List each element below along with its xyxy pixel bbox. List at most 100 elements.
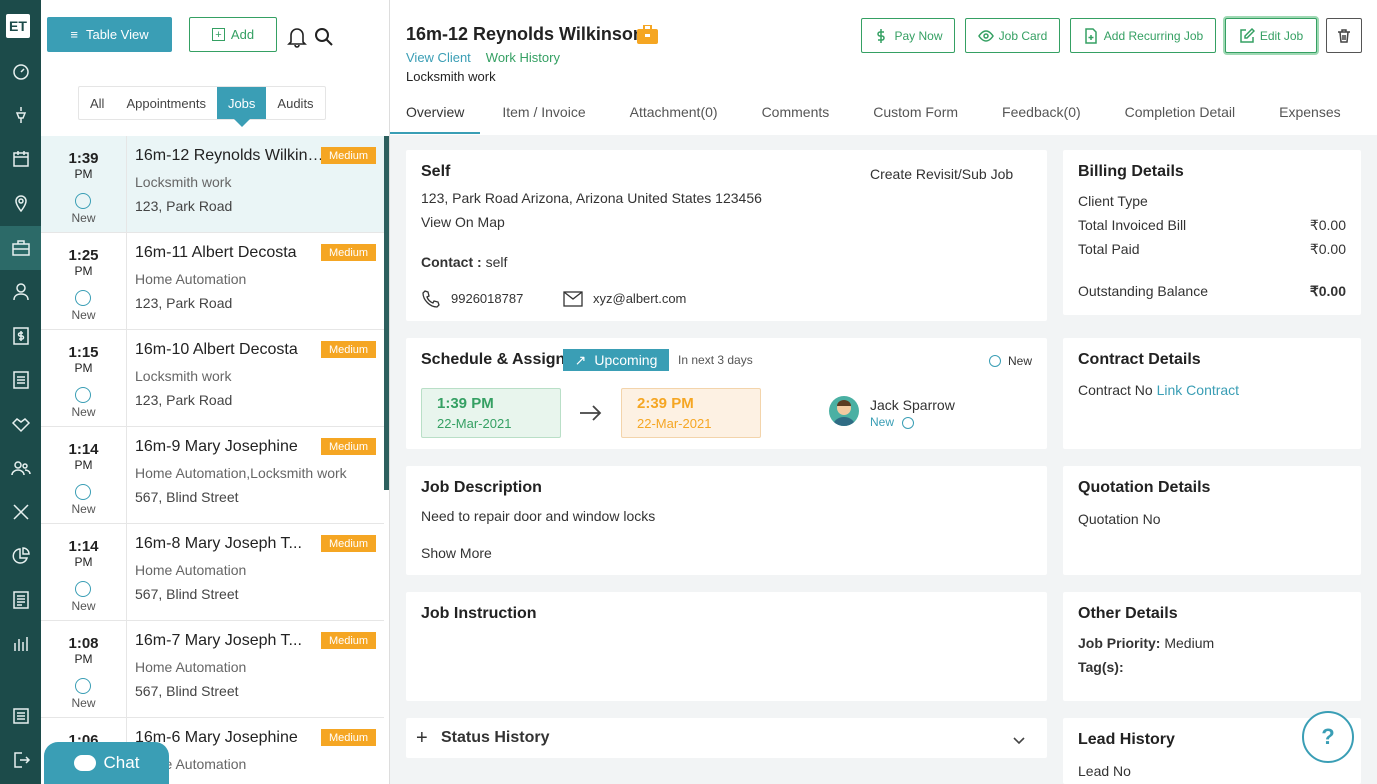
lead-no-label: Lead No [1078,763,1131,779]
bell-icon[interactable] [287,26,307,48]
status-circle-icon [902,417,914,429]
calendar-icon[interactable] [0,137,41,181]
add-label: Add [230,27,255,42]
quotation-card: Quotation Details Quotation No [1063,466,1361,575]
client-phone[interactable]: 9926018787 [451,291,523,306]
view-on-map-link[interactable]: View On Map [421,214,505,230]
outstanding-value: ₹0.00 [1309,283,1346,299]
create-revisit-link[interactable]: Create Revisit/Sub Job [870,166,1013,182]
priority-badge: Medium [321,341,376,358]
job-status: New [71,599,96,613]
chevron-down-icon[interactable] [1012,733,1026,745]
client-email[interactable]: xyz@albert.com [593,291,686,306]
eye-icon [977,29,994,42]
report-icon[interactable] [0,578,41,622]
handshake-icon[interactable] [0,402,41,446]
pin-icon[interactable] [0,93,41,137]
tab-attachment[interactable]: Attachment(0) [608,90,740,134]
schedule-card: Schedule & Assign ↗ Upcoming In next 3 da… [406,338,1047,449]
contact-value: self [485,254,508,270]
show-more-link[interactable]: Show More [421,545,492,561]
tab-expenses[interactable]: Expenses [1257,90,1362,134]
tab-all[interactable]: All [79,87,115,119]
quotation-no-label: Quotation No [1078,511,1161,527]
settings-icon[interactable] [0,694,41,738]
client-name: Self [421,163,451,180]
bar-chart-icon[interactable] [0,622,41,666]
view-client-link[interactable]: View Client [406,50,471,65]
job-header: 16m-12 Reynolds Wilkinson View Client Wo… [390,0,1377,135]
tab-overview[interactable]: Overview [390,90,481,134]
job-time: 1:15 [68,344,99,361]
tab-completion-detail[interactable]: Completion Detail [1103,90,1258,134]
job-list-item[interactable]: 1:08 PM New 16m-7 Mary Joseph T... Home Aut… [41,621,384,718]
other-details-card: Other Details Job Priority: Medium Tag(s… [1063,592,1361,701]
client-type-label: Client Type [1078,193,1148,209]
schedule-title: Schedule & Assign [421,351,566,368]
tab-item-invoice[interactable]: Item / Invoice [480,90,607,134]
total-paid-value: ₹0.00 [1309,241,1346,257]
job-list-item[interactable]: 1:39 PM New 16m-12 Reynolds Wilkinson Locks… [41,136,384,233]
add-button[interactable]: + Add [189,17,277,52]
job-list-item[interactable]: 1:14 PM New 16m-9 Mary Josephine Home Autom… [41,427,384,524]
status-circle-icon [75,678,91,694]
add-recurring-job-button[interactable]: Add Recurring Job [1070,18,1216,53]
job-status: New [71,211,96,225]
tab-feedback[interactable]: Feedback(0) [980,90,1103,134]
job-list-item[interactable]: 1:14 PM New 16m-8 Mary Joseph T... Home Aut… [41,524,384,621]
delete-button[interactable] [1326,18,1362,53]
briefcase-icon[interactable] [0,226,41,270]
job-service: Locksmith work [135,368,232,384]
job-status: New [71,308,96,322]
tab-custom-form[interactable]: Custom Form [851,90,980,134]
help-icon: ? [1321,724,1335,749]
assignee-status: New [870,415,895,429]
job-list-item[interactable]: 1:25 PM New 16m-11 Albert Decosta Home Auto… [41,233,384,330]
contract-title: Contract Details [1078,351,1201,368]
job-service: Home Automation [135,756,247,772]
search-icon[interactable] [314,27,334,47]
job-list-item[interactable]: 1:15 PM New 16m-10 Albert Decosta Locksmith… [41,330,384,427]
dashboard-icon[interactable] [0,50,41,94]
job-service: Locksmith work [135,174,232,190]
app-logo[interactable]: ET [6,14,30,38]
team-icon[interactable] [0,446,41,490]
user-icon[interactable] [0,270,41,314]
job-time: 1:14 [68,538,99,555]
work-history-link[interactable]: Work History [486,50,560,65]
tab-jobs[interactable]: Jobs [216,87,267,127]
tab-comments[interactable]: Comments [740,90,852,134]
arrow-right-icon [578,401,604,425]
link-contract-link[interactable]: Link Contract [1157,382,1239,398]
tools-icon[interactable] [0,490,41,534]
edit-job-button[interactable]: Edit Job [1225,18,1317,53]
lead-history-title: Lead History [1078,731,1175,748]
job-card-button[interactable]: Job Card [965,18,1060,53]
job-address: 123, Park Road [135,392,233,408]
file-plus-icon [1085,27,1097,44]
tab-audits[interactable]: Audits [266,87,324,119]
job-ampm: PM [74,264,93,278]
chat-button[interactable]: Chat [44,742,169,784]
dollar-icon [877,28,886,43]
dollar-icon[interactable] [0,314,41,358]
table-view-button[interactable]: ≡ Table View [47,17,172,52]
priority-badge: Medium [321,244,376,261]
job-card-label: Job Card [998,28,1048,43]
job-title: 16m-9 Mary Josephine [135,438,298,455]
help-button[interactable]: ? [1302,711,1354,763]
detail-tabs: Overview Item / Invoice Attachment(0) Co… [390,90,1363,134]
list-icon[interactable] [0,358,41,402]
status-history-card[interactable]: + Status History [406,718,1047,758]
job-time: 1:39 [68,150,99,167]
tab-appointments[interactable]: Appointments [115,87,217,119]
chart-pie-icon[interactable] [0,534,41,578]
map-pin-icon[interactable] [0,181,41,225]
status-circle-icon [75,290,91,306]
list-scrollbar[interactable] [384,136,389,490]
edit-job-label: Edit Job [1259,28,1304,43]
table-view-label: Table View [85,27,149,42]
logout-icon[interactable] [0,738,41,782]
pay-now-button[interactable]: Pay Now [861,18,955,53]
other-details-title: Other Details [1078,605,1178,622]
